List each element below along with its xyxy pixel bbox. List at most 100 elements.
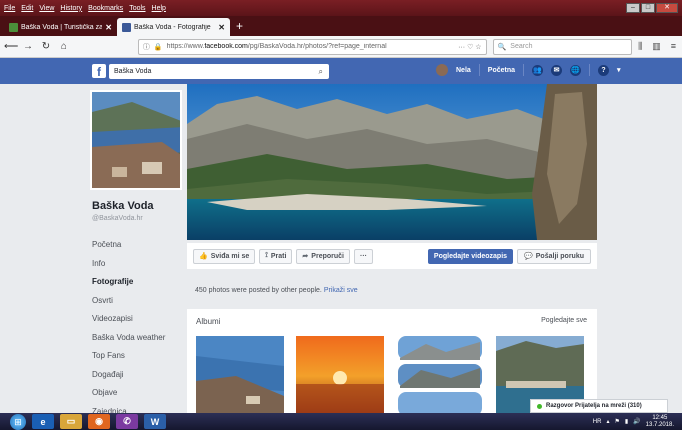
divider <box>478 64 480 76</box>
like-label: Sviđa mi se <box>210 252 250 260</box>
clock-date: 13.7.2018. <box>645 421 674 428</box>
search-icon[interactable]: ⌕ <box>319 64 323 79</box>
tab-fotografije[interactable]: Baška Voda - Fotografije ✕ <box>117 18 230 36</box>
nav-item-videozapisi[interactable]: Videozapisi <box>92 310 182 329</box>
more-button[interactable]: ··· <box>353 248 373 264</box>
close-window-button[interactable]: ✕ <box>656 3 678 13</box>
rss-icon: ⟟ <box>265 252 268 259</box>
messenger-icon: 💬 <box>524 253 533 260</box>
url-bar[interactable]: ⓘ 🔒 https://www.facebook.com/pg/BaskaVod… <box>137 38 487 55</box>
nav-item-pocetna[interactable]: Početna <box>92 236 182 255</box>
chat-bar[interactable]: Razgovor Prijatelja na mreži (310) <box>530 399 668 413</box>
friend-requests-icon[interactable]: 👥 <box>532 64 544 76</box>
nav-item-info[interactable]: Info <box>92 255 182 274</box>
follow-button[interactable]: ⟟ Prati <box>259 248 293 264</box>
sidebar-icon[interactable]: ▥ <box>652 41 661 52</box>
page-left-nav: Početna Info Fotografije Osvrti Videozap… <box>92 236 182 421</box>
home-icon[interactable]: ⌂ <box>58 41 70 52</box>
menu-bookmarks[interactable]: Bookmarks <box>88 5 123 12</box>
url-prefix: https://www. <box>166 43 205 50</box>
menu-file[interactable]: File <box>4 5 15 12</box>
see-all-albums-link[interactable]: Pogledajte sve <box>541 317 587 324</box>
send-message-button[interactable]: 💬 Pošalji poruku <box>517 248 591 264</box>
viber-icon[interactable]: ✆ <box>116 414 138 429</box>
back-arrow-icon[interactable]: ⟵ <box>4 41 18 52</box>
network-icon[interactable]: ▮ <box>625 418 628 425</box>
facebook-logo-icon[interactable]: f <box>92 64 106 79</box>
cover-landscape-image <box>187 84 597 240</box>
navigation-bar: ⟵ → ↻ ⌂ ⓘ 🔒 https://www.facebook.com/pg/… <box>0 36 682 58</box>
user-name-link[interactable]: Nela <box>456 67 471 74</box>
clock[interactable]: 12:45 13.7.2018. <box>646 415 674 429</box>
windows-taskbar: ⊞ e ▭ ◉ ✆ W HR ▴ ⚑ ▮ 🔊 12:45 13.7.2018. <box>0 413 682 430</box>
maximize-button[interactable]: □ <box>641 3 655 13</box>
firefox-icon[interactable]: ◉ <box>88 414 110 429</box>
cover-photo[interactable] <box>187 84 597 240</box>
menu-edit[interactable]: Edit <box>21 5 33 12</box>
share-icon: ➦ <box>302 253 309 260</box>
nav-item-objave[interactable]: Objave <box>92 384 182 403</box>
home-link[interactable]: Početna <box>488 67 515 74</box>
forward-arrow-icon[interactable]: → <box>22 41 34 52</box>
nav-item-top-fans[interactable]: Top Fans <box>92 347 182 366</box>
messenger-icon[interactable]: ✉ <box>551 64 563 76</box>
hamburger-menu-icon[interactable]: ≡ <box>671 41 676 52</box>
help-icon[interactable]: ? <box>598 64 610 76</box>
nav-item-fotografije[interactable]: Fotografije <box>92 273 182 292</box>
album-thumbnail[interactable] <box>396 336 484 416</box>
facebook-header: f Baška Voda ⌕ Nela Početna 👥 ✉ 🌐 ? ▾ <box>0 58 682 84</box>
new-tab-button[interactable]: + <box>236 19 243 33</box>
facebook-search-value: Baška Voda <box>114 68 152 75</box>
album-coast-image <box>196 336 284 416</box>
nav-item-osvrti[interactable]: Osvrti <box>92 292 182 311</box>
album-mountains-image <box>396 336 484 416</box>
close-tab-icon[interactable]: ✕ <box>218 23 225 32</box>
avatar[interactable] <box>436 64 448 76</box>
minimize-button[interactable]: – <box>626 3 640 13</box>
page-action-bar: 👍 Sviđa mi se ⟟ Prati ➦ Preporuči ··· Pogle… <box>187 243 597 269</box>
start-button-icon[interactable]: ⊞ <box>10 413 26 430</box>
language-indicator[interactable]: HR <box>593 419 602 425</box>
notifications-icon[interactable]: 🌐 <box>570 64 582 76</box>
file-explorer-icon[interactable]: ▭ <box>60 414 82 429</box>
albums-title: Albumi <box>196 317 221 326</box>
thumbs-up-icon: 👍 <box>199 253 208 260</box>
nav-item-weather[interactable]: Baška Voda weather <box>92 329 182 348</box>
share-button[interactable]: ➦ Preporuči <box>296 248 350 264</box>
flag-icon[interactable]: ⚑ <box>614 418 619 425</box>
message-label: Pošalji poruku <box>535 252 584 260</box>
page-actions-icons[interactable]: ··· ♡ ☆ <box>458 43 481 51</box>
internet-explorer-icon[interactable]: e <box>32 414 54 429</box>
facebook-search-input[interactable]: Baška Voda ⌕ <box>109 64 329 79</box>
show-all-link[interactable]: Prikaži sve <box>324 287 358 294</box>
menu-tools[interactable]: Tools <box>129 5 145 12</box>
library-icon[interactable]: ⫼ <box>638 41 642 52</box>
menu-view[interactable]: View <box>39 5 54 12</box>
like-button[interactable]: 👍 Sviđa mi se <box>193 248 256 264</box>
share-label: Preporuči <box>311 252 344 260</box>
tray-arrow-icon[interactable]: ▴ <box>606 418 609 425</box>
tab-turisticka-zajednica[interactable]: Baška Voda | Turistička zajedn ✕ <box>4 18 117 36</box>
nav-item-dogadaji[interactable]: Događaji <box>92 366 182 385</box>
tab-strip: Baška Voda | Turistička zajedn ✕ Baška V… <box>0 16 682 36</box>
album-thumbnail[interactable] <box>196 336 284 416</box>
volume-icon[interactable]: 🔊 <box>633 418 640 425</box>
account-dropdown-icon[interactable]: ▾ <box>617 66 621 74</box>
close-tab-icon[interactable]: ✕ <box>105 23 112 32</box>
menu-history[interactable]: History <box>60 5 82 12</box>
watch-video-button[interactable]: Pogledajte videozapis <box>427 248 514 264</box>
album-thumbnail[interactable] <box>296 336 384 416</box>
profile-photo-image <box>92 92 180 188</box>
lock-icon: 🔒 <box>153 43 163 51</box>
page-profile-picture[interactable] <box>90 90 182 190</box>
menu-help[interactable]: Help <box>152 5 166 12</box>
clock-time: 12:45 <box>652 414 668 421</box>
page-title[interactable]: Baška Voda <box>92 200 154 212</box>
page-handle[interactable]: @BaskaVoda.hr <box>92 215 143 222</box>
browser-search-input[interactable]: 🔍 Search <box>492 38 633 55</box>
info-icon[interactable]: ⓘ <box>143 42 150 52</box>
word-icon[interactable]: W <box>144 414 166 429</box>
search-icon: 🔍 <box>497 43 507 51</box>
reload-icon[interactable]: ↻ <box>40 41 52 52</box>
divider <box>523 64 525 76</box>
